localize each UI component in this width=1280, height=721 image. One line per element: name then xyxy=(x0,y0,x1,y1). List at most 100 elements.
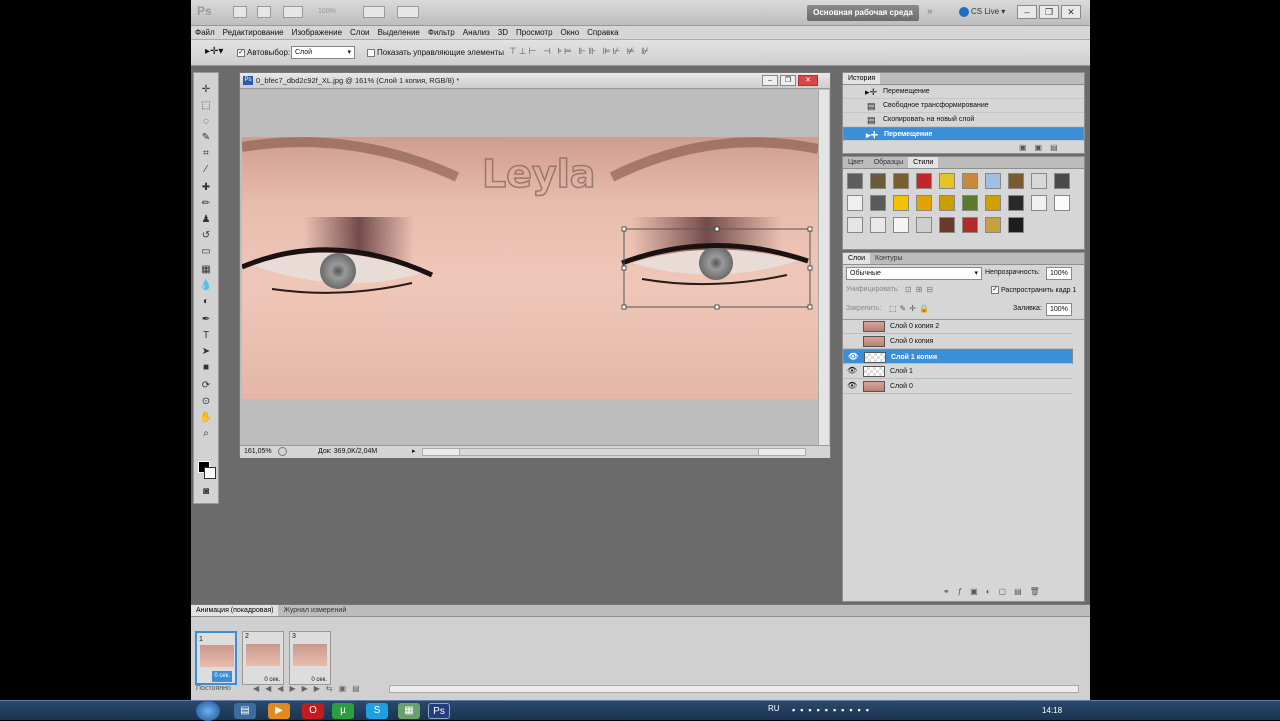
style-swatch[interactable] xyxy=(985,195,1001,211)
history-item-selected[interactable]: ▸✛ Перемещение xyxy=(843,127,1084,141)
animation-scrollbar[interactable] xyxy=(389,685,1079,693)
menu-file[interactable]: Файл xyxy=(191,26,219,37)
eyedropper-tool-icon[interactable]: ⁄ xyxy=(198,163,214,177)
playback-controls[interactable]: ◀◀◀▶▶▶⇆▣▤ xyxy=(253,684,366,693)
media-taskbar-icon[interactable]: ▶ xyxy=(268,703,290,719)
history-item[interactable]: ▸✛ Перемещение xyxy=(843,85,1084,99)
view-extras-icon[interactable] xyxy=(283,6,303,18)
utorrent-taskbar-icon[interactable]: µ xyxy=(332,703,354,719)
menu-filter[interactable]: Фильтр xyxy=(424,26,459,37)
autoselect-select[interactable]: Слой ▾ xyxy=(291,46,355,59)
document-title-bar[interactable]: Ps 0_bfec7_dbd2c92f_XL.jpg @ 161% (Слой … xyxy=(240,73,830,89)
style-swatch[interactable] xyxy=(1054,195,1070,211)
propagate-checkbox[interactable]: ✓ Распространить кадр 1 xyxy=(991,286,1076,294)
close-button[interactable]: ✕ xyxy=(1061,5,1081,19)
align-icons[interactable]: ⊤⊥⊢ ⊣ ⊧⊨ ⊩⊪ ⊫⊬ ⊭ ⊮ xyxy=(509,46,651,57)
style-swatch[interactable] xyxy=(1008,195,1024,211)
hand-tool-icon[interactable]: ✋ xyxy=(198,411,214,425)
marquee-tool-icon[interactable]: ⬚ xyxy=(198,99,214,113)
layer-row[interactable]: 👁 Слой 0 xyxy=(843,379,1073,394)
layer-row[interactable]: Слой 0 копия 2 xyxy=(843,319,1073,334)
style-swatch[interactable] xyxy=(870,173,886,189)
style-swatch[interactable] xyxy=(1031,195,1047,211)
photoshop-taskbar-icon[interactable]: Ps xyxy=(428,703,450,719)
frame-delay[interactable]: 0 сек. xyxy=(264,677,280,683)
visibility-eye-icon[interactable]: 👁 xyxy=(848,353,858,361)
stamp-tool-icon[interactable]: ♟ xyxy=(198,213,214,227)
style-swatch[interactable] xyxy=(962,195,978,211)
style-swatch[interactable] xyxy=(847,173,863,189)
history-item[interactable]: ▤ Скопировать на новый слой xyxy=(843,113,1084,127)
style-swatch[interactable] xyxy=(1008,217,1024,233)
frame-delay[interactable]: 0 сек. xyxy=(311,677,327,683)
style-swatch[interactable] xyxy=(893,173,909,189)
quick-select-tool-icon[interactable]: ✎ xyxy=(198,131,214,145)
style-swatch[interactable] xyxy=(916,195,932,211)
type-tool-icon[interactable]: T xyxy=(198,329,214,343)
layer-row[interactable]: 👁 Слой 1 xyxy=(843,364,1073,379)
explorer-taskbar-icon[interactable]: ▤ xyxy=(234,703,256,719)
opacity-input[interactable]: 100% xyxy=(1046,267,1072,280)
style-swatch[interactable] xyxy=(916,217,932,233)
arrange-documents-icon[interactable] xyxy=(363,6,385,18)
menu-analysis[interactable]: Анализ xyxy=(459,26,494,37)
history-footer-icons[interactable]: ▣▣▤ xyxy=(1019,143,1066,152)
crop-tool-icon[interactable]: ⌗ xyxy=(198,147,214,161)
start-button[interactable] xyxy=(196,701,220,721)
brush-tool-icon[interactable]: ✏ xyxy=(198,197,214,211)
history-item[interactable]: ▤ Свободное трансформирование xyxy=(843,99,1084,113)
workspace-button[interactable]: Основная рабочая среда xyxy=(807,5,919,21)
unify-icons[interactable]: ⊡⊞⊟ xyxy=(905,285,937,294)
restore-button[interactable]: ❐ xyxy=(1039,5,1059,19)
style-swatch[interactable] xyxy=(847,195,863,211)
cs-live-button[interactable]: CS Live ▾ xyxy=(959,7,1005,17)
3d-orbit-tool-icon[interactable]: ⊙ xyxy=(198,395,214,409)
zoom-tool-icon[interactable]: ⌕ xyxy=(198,427,214,441)
zoom-level[interactable]: 100% xyxy=(318,8,336,15)
menu-select[interactable]: Выделение xyxy=(373,26,423,37)
tab-styles[interactable]: Стили xyxy=(908,157,939,168)
layer-row[interactable]: Слой 0 копия xyxy=(843,334,1073,349)
tab-layers[interactable]: Слои xyxy=(843,253,871,264)
animation-frame[interactable]: 3 0 сек. xyxy=(289,631,331,685)
workspace-more-icon[interactable]: » xyxy=(927,6,933,17)
style-swatch[interactable] xyxy=(939,217,955,233)
quick-mask-icon[interactable]: ◙ xyxy=(198,485,214,499)
style-swatch[interactable] xyxy=(847,217,863,233)
3d-rotate-tool-icon[interactable]: ⟳ xyxy=(198,379,214,393)
image-canvas[interactable]: Leyla xyxy=(242,137,818,399)
style-swatch[interactable] xyxy=(916,173,932,189)
style-swatch[interactable] xyxy=(939,195,955,211)
map-taskbar-icon[interactable]: ▦ xyxy=(398,703,420,719)
frame-delay[interactable]: 0 сек. xyxy=(212,671,232,682)
status-zoom[interactable]: 161,05% xyxy=(244,446,272,458)
style-swatch[interactable] xyxy=(893,217,909,233)
dodge-tool-icon[interactable]: ◐ xyxy=(198,295,214,309)
tab-history[interactable]: История xyxy=(843,73,881,84)
style-swatch[interactable] xyxy=(962,217,978,233)
skype-taskbar-icon[interactable]: S xyxy=(366,703,388,719)
history-brush-tool-icon[interactable]: ↺ xyxy=(198,229,214,243)
doc-minimize-button[interactable]: – xyxy=(762,75,778,86)
doc-close-button[interactable]: ✕ xyxy=(798,75,818,86)
background-color-swatch[interactable] xyxy=(204,467,216,479)
tab-color[interactable]: Цвет xyxy=(843,157,869,168)
horizontal-scroll-thumb[interactable] xyxy=(459,449,759,455)
language-indicator[interactable]: RU xyxy=(768,704,780,713)
style-swatch[interactable] xyxy=(1008,173,1024,189)
visibility-eye-icon[interactable]: 👁 xyxy=(847,382,857,390)
loop-select[interactable]: Постоянно xyxy=(196,685,231,692)
vertical-scrollbar[interactable] xyxy=(818,90,829,445)
opera-taskbar-icon[interactable]: O xyxy=(302,703,324,719)
animation-frame[interactable]: 2 0 сек. xyxy=(242,631,284,685)
lasso-tool-icon[interactable]: ◌ xyxy=(198,115,214,129)
doc-restore-button[interactable]: ❐ xyxy=(780,75,796,86)
eraser-tool-icon[interactable]: ▭ xyxy=(198,245,214,259)
fill-input[interactable]: 100% xyxy=(1046,303,1072,316)
menu-3d[interactable]: 3D xyxy=(494,26,512,37)
style-swatch[interactable] xyxy=(962,173,978,189)
menu-window[interactable]: Окно xyxy=(557,26,584,37)
style-swatch[interactable] xyxy=(985,173,1001,189)
menu-layer[interactable]: Слои xyxy=(346,26,373,37)
style-swatch[interactable] xyxy=(985,217,1001,233)
